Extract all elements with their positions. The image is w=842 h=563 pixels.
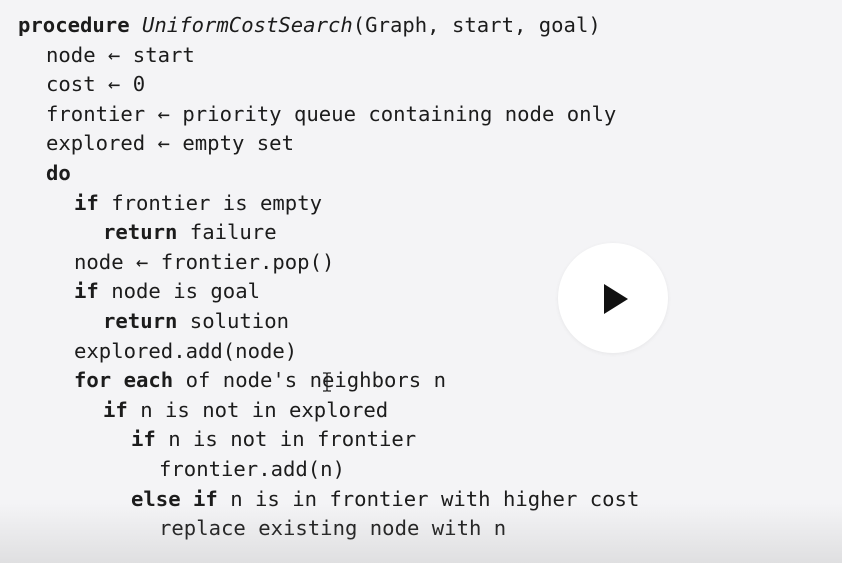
keyword: if	[74, 279, 99, 304]
keyword: return	[103, 220, 178, 245]
code-line-7: if frontier is empty	[18, 189, 639, 219]
code-text: n is not in frontier	[155, 427, 417, 452]
code-text: n is not in explored	[127, 397, 389, 422]
code-text: frontier ← priority queue containing nod…	[46, 101, 617, 126]
code-text: cost ← 0	[46, 72, 146, 97]
code-text: solution	[177, 308, 289, 333]
keyword: if	[74, 190, 99, 215]
code-text: explored.add(node)	[74, 338, 298, 363]
code-line-14: if n is not in explored	[18, 396, 639, 426]
code-text: node ← start	[46, 42, 195, 67]
code-line-15: if n is not in frontier	[18, 425, 639, 455]
keyword: for each	[74, 368, 174, 393]
text-cursor-icon	[323, 372, 331, 392]
code-line-9: node ← frontier.pop()	[18, 248, 639, 278]
code-text: node ← frontier.pop()	[74, 249, 335, 274]
code-line-12: explored.add(node)	[18, 337, 639, 367]
code-text: frontier.add(n)	[159, 456, 345, 481]
code-line-5: explored ← empty set	[18, 129, 639, 159]
code-line-16: frontier.add(n)	[18, 455, 639, 485]
keyword: if	[103, 397, 128, 422]
code-line-3: cost ← 0	[18, 70, 639, 100]
keyword: else if	[131, 486, 218, 511]
code-line-1: procedure UniformCostSearch(Graph, start…	[18, 11, 639, 41]
function-name: UniformCostSearch	[142, 13, 353, 37]
code-text: frontier is empty	[98, 190, 322, 215]
keyword: do	[46, 160, 71, 185]
play-button[interactable]	[558, 243, 668, 353]
code-line-11: return solution	[18, 307, 639, 337]
code-text: (Graph, start, goal)	[352, 13, 601, 37]
play-icon	[604, 284, 628, 314]
keyword: procedure	[18, 13, 130, 37]
code-line-10: if node is goal	[18, 277, 639, 307]
code-text: node is goal	[98, 279, 260, 304]
code-text: explored ← empty set	[46, 131, 294, 156]
code-line-17: else if n is in frontier with higher cos…	[18, 485, 639, 515]
code-line-18: replace existing node with n	[18, 514, 639, 544]
code-text: replace existing node with n	[159, 516, 507, 541]
keyword: return	[103, 308, 178, 333]
code-text: failure	[177, 220, 277, 245]
code-line-2: node ← start	[18, 41, 639, 71]
keyword: if	[131, 427, 156, 452]
pseudocode-block: procedure UniformCostSearch(Graph, start…	[18, 11, 639, 544]
code-text: n is in frontier with higher cost	[217, 486, 640, 511]
code-line-4: frontier ← priority queue containing nod…	[18, 100, 639, 130]
code-line-8: return failure	[18, 218, 639, 248]
code-line-6: do	[18, 159, 639, 189]
code-text: of node's neighbors n	[173, 368, 446, 393]
